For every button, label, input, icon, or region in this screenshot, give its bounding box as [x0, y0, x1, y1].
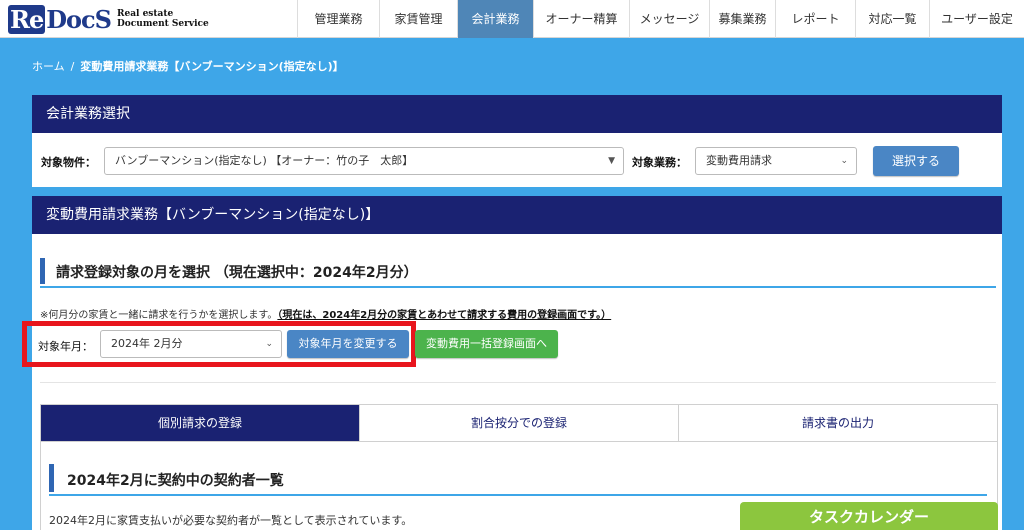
logo-mark: Re DocS	[8, 4, 112, 34]
heading-accent-bar	[40, 258, 45, 284]
nav-item-messages[interactable]: メッセージ	[629, 0, 709, 38]
property-label: 対象物件：	[41, 156, 96, 169]
task-label: 対象業務：	[632, 156, 687, 169]
bulk-register-button[interactable]: 変動費用一括登録画面へ	[415, 330, 558, 358]
divider	[40, 382, 996, 383]
nav-item-user-settings[interactable]: ユーザー設定	[929, 0, 1024, 38]
property-select-value: バンブーマンション(指定なし) 【オーナー：竹の子 太郎】	[115, 154, 414, 167]
nav-item-rent[interactable]: 家賃管理	[379, 0, 457, 38]
billing-panel: 変動費用請求業務【バンブーマンション(指定なし)】 請求登録対象の月を選択 （現…	[22, 196, 1002, 530]
task-select[interactable]: 変動費用請求 ⌄	[695, 147, 857, 175]
contract-list-heading: 2024年2月に契約中の契約者一覧	[49, 462, 987, 496]
nav-item-accounting[interactable]: 会計業務	[457, 0, 533, 38]
breadcrumb-current: 変動費用請求業務【バンブーマンション(指定なし)】	[80, 60, 344, 73]
month-label: 対象年月：	[38, 340, 93, 353]
logo-tagline: Real estate Document Service	[116, 9, 209, 29]
contract-list-description: 2024年2月に家賃支払いが必要な契約者が一覧として表示されています。	[49, 514, 413, 527]
tab-invoice-output[interactable]: 請求書の出力	[678, 405, 997, 441]
chevron-down-icon: ⌄	[265, 339, 273, 349]
tab-individual-billing[interactable]: 個別請求の登録	[41, 405, 359, 441]
breadcrumb-separator: /	[70, 60, 75, 73]
task-calendar-button[interactable]: タスクカレンダー	[740, 502, 998, 530]
redocs-logo[interactable]: Re DocS Real estate Document Service	[8, 4, 209, 34]
top-header: Re DocS Real estate Document Service 管理業務…	[0, 0, 1024, 38]
accounting-select-panel: 会計業務選択 対象物件： バンブーマンション(指定なし) 【オーナー：竹の子 太…	[32, 95, 1002, 187]
billing-tabs: 個別請求の登録 割合按分での登録 請求書の出力	[40, 404, 998, 442]
accounting-select-row: 対象物件： バンブーマンション(指定なし) 【オーナー：竹の子 太郎】 ▼ 対象…	[32, 133, 1002, 187]
nav-item-management[interactable]: 管理業務	[297, 0, 379, 38]
nav-item-responses[interactable]: 対応一覧	[855, 0, 929, 38]
month-select[interactable]: 2024年 2月分 ⌄	[100, 330, 282, 358]
month-select-note: ※何月分の家賃と一緒に請求を行うかを選択します。（現在は、2024年2月分の家賃…	[40, 310, 612, 321]
breadcrumb: ホーム / 変動費用請求業務【バンブーマンション(指定なし)】	[32, 58, 344, 74]
heading-accent-bar	[49, 464, 54, 492]
billing-panel-title: 変動費用請求業務【バンブーマンション(指定なし)】	[32, 196, 1002, 234]
nav-item-reports[interactable]: レポート	[775, 0, 855, 38]
nav-item-owner-settlement[interactable]: オーナー精算	[533, 0, 629, 38]
month-select-value: 2024年 2月分	[111, 337, 183, 350]
tab-proportional-billing[interactable]: 割合按分での登録	[359, 405, 678, 441]
property-select[interactable]: バンブーマンション(指定なし) 【オーナー：竹の子 太郎】 ▼	[104, 147, 624, 175]
breadcrumb-home[interactable]: ホーム	[32, 60, 65, 73]
select-button[interactable]: 選択する	[873, 146, 959, 176]
chevron-down-icon: ⌄	[840, 156, 848, 166]
month-select-heading: 請求登録対象の月を選択 （現在選択中：2024年2月分）	[40, 256, 996, 288]
chevron-down-icon: ▼	[608, 156, 615, 166]
main-nav: 管理業務 家賃管理 会計業務 オーナー精算 メッセージ 募集業務 レポート 対応…	[297, 0, 1024, 38]
task-select-value: 変動費用請求	[706, 154, 772, 167]
nav-item-recruiting[interactable]: 募集業務	[709, 0, 775, 38]
change-month-button[interactable]: 対象年月を変更する	[287, 330, 409, 358]
accounting-panel-title: 会計業務選択	[32, 95, 1002, 133]
